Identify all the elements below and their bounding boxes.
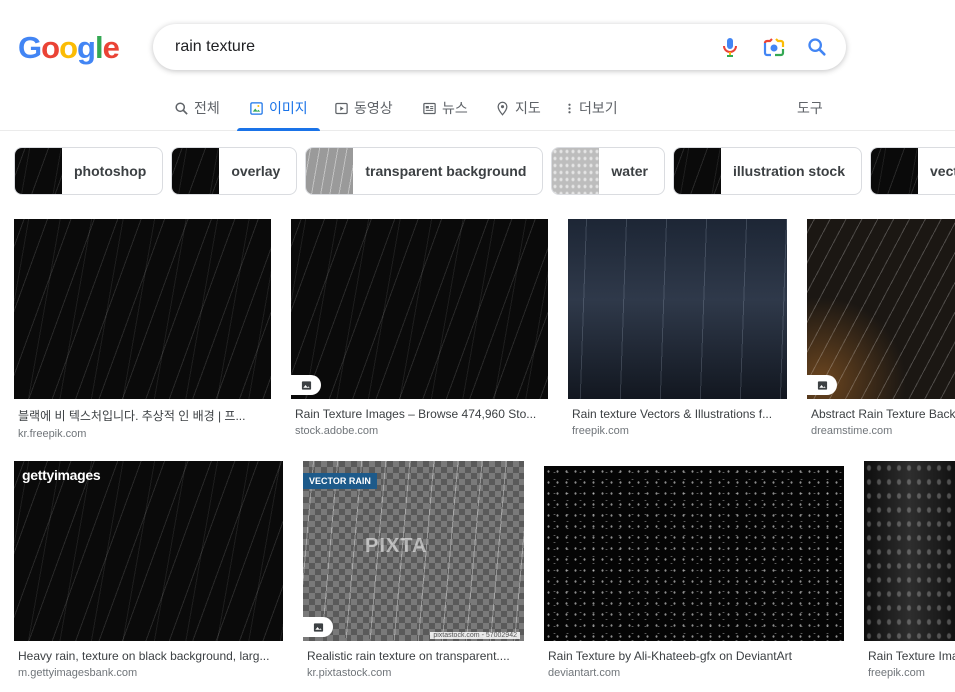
tab-label: 더보기 — [579, 100, 618, 116]
image-result[interactable]: 블랙에 비 텍스처입니다. 추상적 인 배경 | 프... kr.freepik… — [14, 219, 271, 440]
tab-maps[interactable]: 지도 — [495, 86, 541, 130]
tab-news[interactable]: 뉴스 — [422, 86, 468, 130]
video-icon — [335, 102, 348, 114]
logo-letter: g — [77, 30, 96, 65]
result-title[interactable]: Rain Texture by Ali-Khateeb-gfx on Devia… — [544, 649, 844, 663]
result-title[interactable]: Abstract Rain Texture Back — [807, 407, 955, 421]
map-pin-icon — [497, 101, 508, 116]
search-box[interactable]: rain texture — [153, 24, 846, 70]
result-source: m.gettyimagesbank.com — [18, 667, 138, 679]
tools-button[interactable]: 도구 — [797, 86, 823, 130]
related-search-chips: photoshop overlay transparent background… — [14, 147, 955, 195]
image-result[interactable]: Rain Texture Images – Browse 474,960 Sto… — [291, 219, 548, 437]
search-icon — [175, 101, 188, 115]
chip-water[interactable]: water — [551, 147, 665, 195]
pixta-footer: pixtastock.com - 57002942 — [430, 632, 520, 639]
chip-label: overlay — [231, 163, 281, 179]
result-thumbnail[interactable]: VECTOR RAIN PIXTA pixtastock.com - 57002… — [303, 461, 524, 641]
tab-label: 뉴스 — [442, 100, 468, 116]
logo-letter: l — [94, 30, 104, 65]
search-input[interactable]: rain texture — [175, 38, 255, 56]
result-title[interactable]: Heavy rain, texture on black background,… — [14, 649, 283, 663]
tools-label: 도구 — [797, 100, 823, 116]
chip-label: photoshop — [74, 163, 147, 179]
vector-rain-tag: VECTOR RAIN — [303, 473, 377, 489]
image-result[interactable]: VECTOR RAIN PIXTA pixtastock.com - 57002… — [303, 461, 524, 679]
result-title[interactable]: Realistic rain texture on transparent...… — [303, 649, 524, 663]
chip-photoshop[interactable]: photoshop — [14, 147, 164, 195]
chip-label: transparent background — [365, 163, 527, 179]
tab-label: 동영상 — [354, 100, 393, 116]
result-source: freepik.com — [572, 425, 629, 437]
result-source: dreamstime.com — [811, 425, 893, 437]
image-icon — [250, 101, 263, 115]
tab-all[interactable]: 전체 — [174, 86, 220, 130]
result-source: stock.adobe.com — [295, 425, 379, 437]
tab-videos[interactable]: 동영상 — [334, 86, 393, 130]
search-icon[interactable] — [806, 36, 828, 58]
chip-thumbnail — [15, 148, 62, 194]
logo-letter: G — [18, 30, 42, 65]
logo-letter: o — [41, 30, 60, 65]
image-badge-icon — [807, 375, 837, 395]
tab-label: 전체 — [194, 100, 220, 116]
tab-label: 지도 — [515, 100, 541, 116]
logo-letter: e — [102, 30, 120, 65]
result-thumbnail[interactable] — [864, 461, 955, 641]
chip-thumbnail — [871, 148, 918, 194]
pixta-watermark: PIXTA — [365, 535, 428, 557]
search-tabs: 전체 이미지 동영상 뉴스 지도 더보기 도구 — [0, 86, 955, 131]
result-thumbnail[interactable] — [544, 466, 844, 641]
image-result[interactable]: Rain Texture Ima freepik.com — [864, 461, 955, 679]
result-title[interactable]: Rain Texture Ima — [864, 649, 955, 663]
image-badge-icon — [291, 375, 321, 395]
image-result[interactable]: Rain Texture by Ali-Khateeb-gfx on Devia… — [544, 461, 844, 679]
google-image-search-page: Google rain texture 전체 이미지 동영상 뉴스 지도 더보기… — [0, 0, 955, 692]
chip-label: illustration stock — [732, 163, 845, 179]
google-logo[interactable]: Google — [18, 30, 120, 66]
result-thumbnail[interactable] — [14, 219, 271, 399]
search-actions — [718, 35, 828, 59]
image-result[interactable]: Abstract Rain Texture Back dreamstime.co… — [807, 219, 955, 437]
result-thumbnail[interactable] — [291, 219, 548, 399]
chip-transparent-background[interactable]: transparent background — [305, 147, 544, 195]
chip-thumbnail — [552, 148, 600, 194]
result-source: deviantart.com — [548, 667, 621, 679]
result-source: freepik.com — [868, 667, 925, 679]
news-icon — [423, 102, 436, 114]
image-result[interactable]: gettyimages Heavy rain, texture on black… — [14, 461, 283, 679]
logo-letter: o — [59, 30, 78, 65]
chip-thumbnail — [172, 148, 220, 194]
image-badge-icon — [303, 617, 333, 637]
chip-vector[interactable]: vector — [870, 147, 955, 195]
chip-overlay[interactable]: overlay — [171, 147, 298, 195]
gettyimages-watermark: gettyimages — [22, 467, 101, 483]
image-result[interactable]: Rain texture Vectors & Illustrations f..… — [568, 219, 787, 437]
microphone-icon[interactable] — [718, 35, 742, 59]
chip-label: water — [611, 163, 648, 179]
tab-more[interactable]: 더보기 — [565, 86, 618, 130]
more-vert-icon — [568, 103, 571, 113]
tab-label: 이미지 — [269, 100, 308, 116]
result-thumbnail[interactable]: gettyimages — [14, 461, 283, 641]
tab-images[interactable]: 이미지 — [237, 86, 320, 131]
result-title[interactable]: 블랙에 비 텍스처입니다. 추상적 인 배경 | 프... — [14, 407, 271, 424]
chip-label: vector — [930, 163, 955, 179]
result-thumbnail[interactable] — [568, 219, 787, 399]
result-thumbnail[interactable] — [807, 219, 955, 399]
result-title[interactable]: Rain Texture Images – Browse 474,960 Sto… — [291, 407, 548, 421]
camera-lens-icon[interactable] — [762, 35, 786, 59]
chip-illustration-stock[interactable]: illustration stock — [672, 147, 862, 195]
result-source: kr.pixtastock.com — [307, 667, 392, 679]
result-title[interactable]: Rain texture Vectors & Illustrations f..… — [568, 407, 787, 421]
chip-thumbnail — [673, 148, 721, 194]
chip-thumbnail — [306, 148, 354, 194]
result-source: kr.freepik.com — [18, 428, 87, 440]
